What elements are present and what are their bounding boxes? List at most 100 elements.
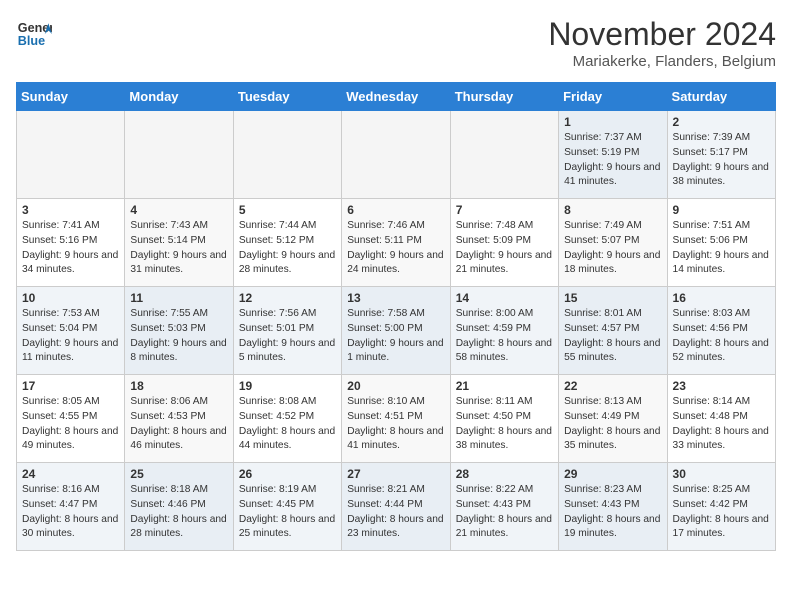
day-info: Sunrise: 7:39 AM Sunset: 5:17 PM Dayligh… (673, 131, 770, 190)
calendar-cell: 6Sunrise: 7:46 AM Sunset: 5:11 PM Daylig… (342, 199, 450, 287)
calendar-cell: 21Sunrise: 8:11 AM Sunset: 4:50 PM Dayli… (450, 375, 558, 463)
calendar-cell: 29Sunrise: 8:23 AM Sunset: 4:43 PM Dayli… (559, 463, 667, 551)
calendar-cell: 27 Sunrise: 8:21 AM Sunset: 4:44 PM Dayli… (342, 463, 450, 551)
calendar-cell: 11Sunrise: 7:55 AM Sunset: 5:03 PM Dayli… (125, 287, 233, 375)
page-header: General Blue November 2024 Mariakerke, F… (16, 16, 776, 70)
day-info: Sunrise: 7:44 AM Sunset: 5:12 PM Dayligh… (239, 219, 336, 278)
day-number: 22 (564, 379, 661, 393)
day-number: 14 (456, 291, 553, 305)
weekday-header: Wednesday (342, 83, 450, 111)
weekday-header-row: SundayMondayTuesdayWednesdayThursdayFrid… (17, 83, 776, 111)
logo: General Blue (16, 16, 52, 52)
weekday-header: Friday (559, 83, 667, 111)
calendar-cell: 12 Sunrise: 7:56 AM Sunset: 5:01 PM Dayli… (233, 287, 341, 375)
day-info: Sunrise: 7:58 AM Sunset: 5:00 PM Dayligh… (347, 307, 444, 366)
calendar-cell: 18Sunrise: 8:06 AM Sunset: 4:53 PM Dayli… (125, 375, 233, 463)
calendar-cell: 7 Sunrise: 7:48 AM Sunset: 5:09 PM Daylig… (450, 199, 558, 287)
calendar-cell: 19 Sunrise: 8:08 AM Sunset: 4:52 PM Dayli… (233, 375, 341, 463)
calendar-cell: 22 Sunrise: 8:13 AM Sunset: 4:49 PM Dayli… (559, 375, 667, 463)
day-number: 8 (564, 203, 661, 217)
weekday-header: Tuesday (233, 83, 341, 111)
calendar-cell (125, 111, 233, 199)
calendar-week-row: 1 Sunrise: 7:37 AM Sunset: 5:19 PM Daylig… (17, 111, 776, 199)
day-info: Sunrise: 7:37 AM Sunset: 5:19 PM Dayligh… (564, 131, 661, 190)
calendar-cell: 23 Sunrise: 8:14 AM Sunset: 4:48 PM Dayli… (667, 375, 775, 463)
day-info: Sunrise: 7:49 AM Sunset: 5:07 PM Dayligh… (564, 219, 661, 278)
day-number: 7 (456, 203, 553, 217)
day-info: Sunrise: 8:23 AM Sunset: 4:43 PM Dayligh… (564, 483, 661, 542)
calendar-cell: 3Sunrise: 7:41 AM Sunset: 5:16 PM Daylig… (17, 199, 125, 287)
day-info: Sunrise: 7:48 AM Sunset: 5:09 PM Dayligh… (456, 219, 553, 278)
weekday-header: Thursday (450, 83, 558, 111)
logo-icon: General Blue (16, 16, 52, 52)
day-info: Sunrise: 8:16 AM Sunset: 4:47 PM Dayligh… (22, 483, 119, 542)
day-info: Sunrise: 8:10 AM Sunset: 4:51 PM Dayligh… (347, 395, 444, 454)
day-info: Sunrise: 7:56 AM Sunset: 5:01 PM Dayligh… (239, 307, 336, 366)
location-subtitle: Mariakerke, Flanders, Belgium (548, 53, 776, 70)
day-number: 23 (673, 379, 770, 393)
svg-text:Blue: Blue (18, 34, 45, 48)
calendar-cell (342, 111, 450, 199)
day-info: Sunrise: 8:03 AM Sunset: 4:56 PM Dayligh… (673, 307, 770, 366)
weekday-header: Sunday (17, 83, 125, 111)
calendar-cell (450, 111, 558, 199)
day-number: 1 (564, 115, 661, 129)
calendar-cell: 28Sunrise: 8:22 AM Sunset: 4:43 PM Dayli… (450, 463, 558, 551)
calendar-body: 1 Sunrise: 7:37 AM Sunset: 5:19 PM Daylig… (17, 111, 776, 551)
title-block: November 2024 Mariakerke, Flanders, Belg… (548, 16, 776, 70)
day-number: 5 (239, 203, 336, 217)
day-info: Sunrise: 7:43 AM Sunset: 5:14 PM Dayligh… (130, 219, 227, 278)
calendar-cell: 15Sunrise: 8:01 AM Sunset: 4:57 PM Dayli… (559, 287, 667, 375)
day-number: 12 (239, 291, 336, 305)
calendar-cell: 30 Sunrise: 8:25 AM Sunset: 4:42 PM Dayli… (667, 463, 775, 551)
calendar-table: SundayMondayTuesdayWednesdayThursdayFrid… (16, 82, 776, 551)
calendar-cell: 14 Sunrise: 8:00 AM Sunset: 4:59 PM Dayli… (450, 287, 558, 375)
day-number: 21 (456, 379, 553, 393)
day-info: Sunrise: 8:06 AM Sunset: 4:53 PM Dayligh… (130, 395, 227, 454)
calendar-cell: 13 Sunrise: 7:58 AM Sunset: 5:00 PM Dayli… (342, 287, 450, 375)
calendar-cell: 20 Sunrise: 8:10 AM Sunset: 4:51 PM Dayli… (342, 375, 450, 463)
day-info: Sunrise: 8:13 AM Sunset: 4:49 PM Dayligh… (564, 395, 661, 454)
calendar-cell: 24 Sunrise: 8:16 AM Sunset: 4:47 PM Dayli… (17, 463, 125, 551)
day-number: 2 (673, 115, 770, 129)
calendar-week-row: 10Sunrise: 7:53 AM Sunset: 5:04 PM Dayli… (17, 287, 776, 375)
day-info: Sunrise: 8:08 AM Sunset: 4:52 PM Dayligh… (239, 395, 336, 454)
day-info: Sunrise: 7:51 AM Sunset: 5:06 PM Dayligh… (673, 219, 770, 278)
day-number: 27 (347, 467, 444, 481)
day-number: 4 (130, 203, 227, 217)
calendar-cell: 16Sunrise: 8:03 AM Sunset: 4:56 PM Dayli… (667, 287, 775, 375)
calendar-cell: 1 Sunrise: 7:37 AM Sunset: 5:19 PM Daylig… (559, 111, 667, 199)
calendar-cell (17, 111, 125, 199)
calendar-week-row: 17 Sunrise: 8:05 AM Sunset: 4:55 PM Dayli… (17, 375, 776, 463)
day-number: 9 (673, 203, 770, 217)
calendar-week-row: 24 Sunrise: 8:16 AM Sunset: 4:47 PM Dayli… (17, 463, 776, 551)
day-number: 28 (456, 467, 553, 481)
calendar-week-row: 3Sunrise: 7:41 AM Sunset: 5:16 PM Daylig… (17, 199, 776, 287)
day-info: Sunrise: 8:21 AM Sunset: 4:44 PM Dayligh… (347, 483, 444, 542)
day-number: 30 (673, 467, 770, 481)
day-number: 25 (130, 467, 227, 481)
calendar-cell: 17 Sunrise: 8:05 AM Sunset: 4:55 PM Dayli… (17, 375, 125, 463)
day-info: Sunrise: 8:01 AM Sunset: 4:57 PM Dayligh… (564, 307, 661, 366)
day-number: 24 (22, 467, 119, 481)
day-info: Sunrise: 8:00 AM Sunset: 4:59 PM Dayligh… (456, 307, 553, 366)
day-number: 20 (347, 379, 444, 393)
month-title: November 2024 (548, 16, 776, 53)
day-number: 26 (239, 467, 336, 481)
calendar-cell: 5 Sunrise: 7:44 AM Sunset: 5:12 PM Daylig… (233, 199, 341, 287)
calendar-cell: 10Sunrise: 7:53 AM Sunset: 5:04 PM Dayli… (17, 287, 125, 375)
day-number: 13 (347, 291, 444, 305)
day-info: Sunrise: 8:05 AM Sunset: 4:55 PM Dayligh… (22, 395, 119, 454)
day-number: 17 (22, 379, 119, 393)
calendar-cell: 26Sunrise: 8:19 AM Sunset: 4:45 PM Dayli… (233, 463, 341, 551)
day-info: Sunrise: 8:14 AM Sunset: 4:48 PM Dayligh… (673, 395, 770, 454)
calendar-cell: 8 Sunrise: 7:49 AM Sunset: 5:07 PM Daylig… (559, 199, 667, 287)
calendar-cell (233, 111, 341, 199)
day-info: Sunrise: 8:18 AM Sunset: 4:46 PM Dayligh… (130, 483, 227, 542)
calendar-cell: 4 Sunrise: 7:43 AM Sunset: 5:14 PM Daylig… (125, 199, 233, 287)
day-info: Sunrise: 7:55 AM Sunset: 5:03 PM Dayligh… (130, 307, 227, 366)
day-number: 19 (239, 379, 336, 393)
day-info: Sunrise: 8:25 AM Sunset: 4:42 PM Dayligh… (673, 483, 770, 542)
day-number: 3 (22, 203, 119, 217)
day-info: Sunrise: 7:46 AM Sunset: 5:11 PM Dayligh… (347, 219, 444, 278)
